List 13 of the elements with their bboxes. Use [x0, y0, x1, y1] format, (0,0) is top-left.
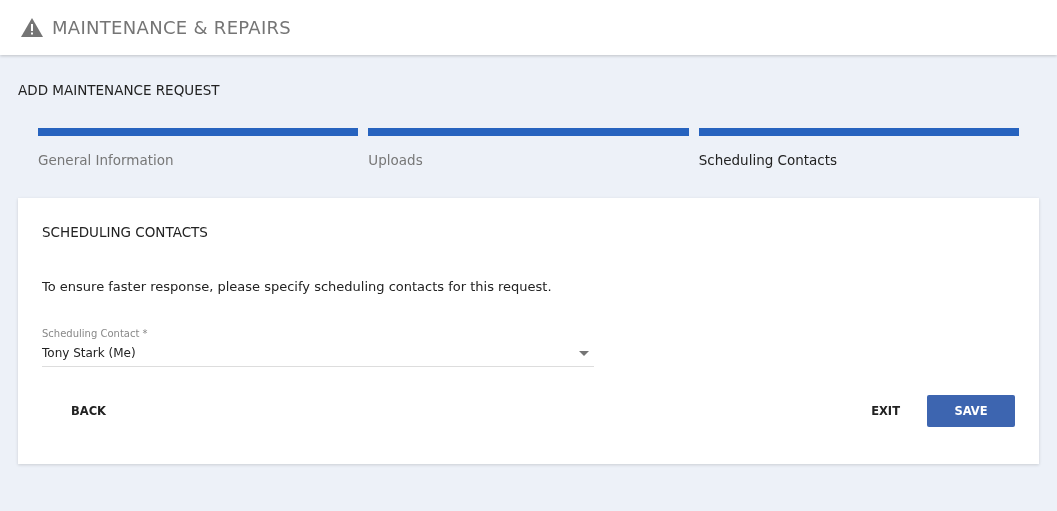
back-button[interactable]: BACK: [56, 395, 122, 427]
card-heading: SCHEDULING CONTACTS: [42, 224, 209, 240]
dropdown-caret-icon: [579, 350, 589, 356]
description-text: To ensure faster response, please specify scheduling contacts for this request.: [42, 279, 553, 294]
step-label[interactable]: Uploads: [368, 152, 423, 168]
warning-icon: [21, 18, 43, 37]
step-label[interactable]: General Information: [38, 152, 174, 168]
page-title: ADD MAINTENANCE REQUEST: [18, 81, 221, 100]
exit-button[interactable]: EXIT: [856, 395, 915, 427]
save-button[interactable]: SAVE: [927, 395, 1015, 427]
step-label[interactable]: Scheduling Contacts: [698, 152, 838, 168]
contact-select-field[interactable]: Scheduling Contact * Tony Stark (Me): [42, 328, 594, 367]
app-title: MAINTENANCE & REPAIRS: [52, 17, 292, 38]
